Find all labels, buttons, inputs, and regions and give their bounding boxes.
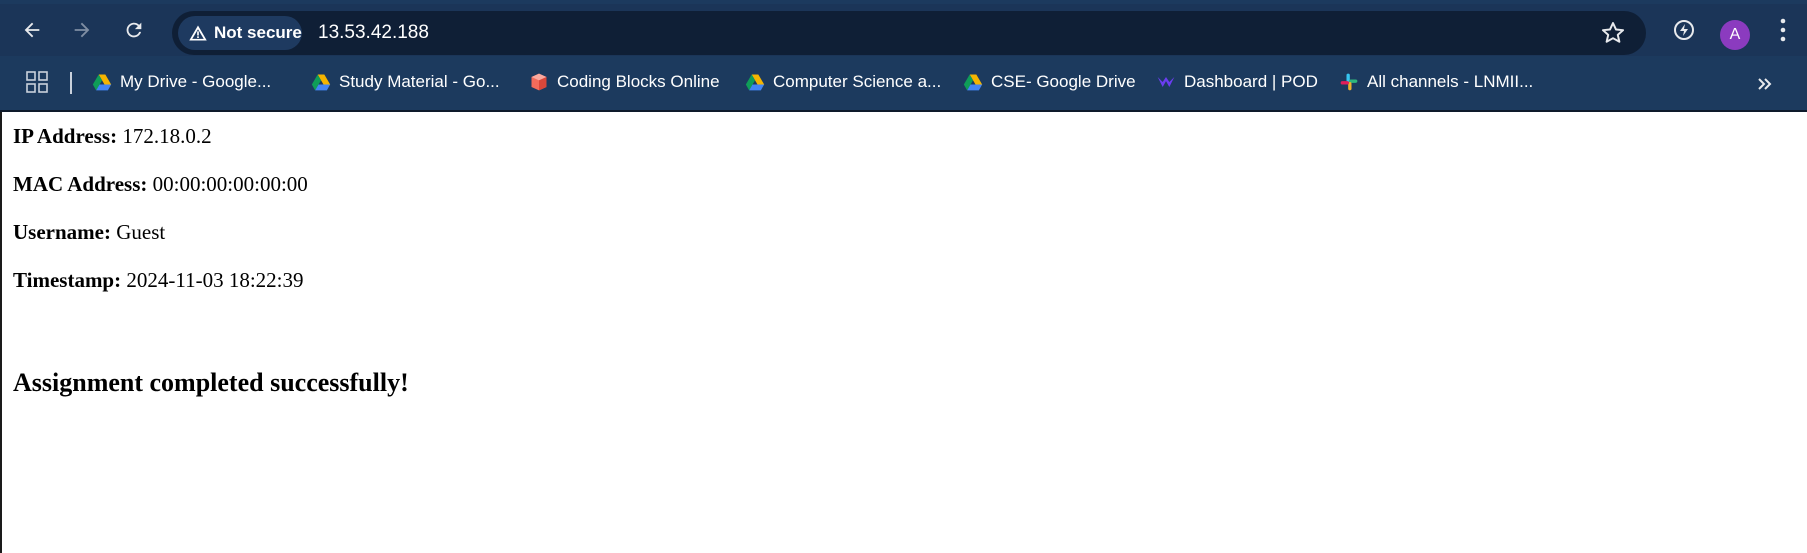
- success-message: Assignment completed successfully!: [13, 368, 409, 397]
- more-bookmarks-button[interactable]: [1756, 72, 1774, 96]
- pod-icon: [1157, 77, 1175, 87]
- mac-address-value: 00:00:00:00:00:00: [152, 172, 308, 196]
- warning-triangle-icon: [189, 25, 207, 41]
- browser-toolbar: Not secure 13.53.42.188 A: [0, 4, 1807, 56]
- bookmark-label: Study Material - Go...: [339, 72, 500, 91]
- bookmark-item[interactable]: CSE- Google Drive: [963, 70, 1136, 94]
- reload-button[interactable]: [120, 16, 148, 44]
- bookmark-item[interactable]: Dashboard | POD: [1156, 70, 1318, 94]
- back-arrow-icon: [24, 22, 40, 38]
- ip-address-label: IP Address:: [13, 124, 118, 148]
- apps-button[interactable]: [26, 70, 48, 94]
- timestamp-label: Timestamp:: [13, 268, 122, 292]
- bookmark-item[interactable]: Computer Science a...: [745, 70, 941, 94]
- forward-arrow-icon: [74, 22, 90, 38]
- performance-button[interactable]: [1672, 18, 1696, 47]
- google-drive-icon: [745, 74, 765, 91]
- security-chip-label: Not secure: [214, 23, 302, 42]
- username-value: Guest: [116, 220, 166, 244]
- bookmark-item[interactable]: Coding Blocks Online: [529, 70, 720, 94]
- bookmark-label: Coding Blocks Online: [557, 72, 720, 91]
- google-drive-icon: [963, 74, 983, 91]
- url-text[interactable]: 13.53.42.188: [318, 22, 429, 44]
- bookmark-label: Dashboard | POD: [1184, 72, 1318, 91]
- bookmark-label: CSE- Google Drive: [991, 72, 1136, 91]
- double-chevron-right-icon: [1758, 78, 1772, 90]
- reload-icon: [126, 22, 142, 38]
- bookmark-label: Computer Science a...: [773, 72, 942, 91]
- bookmark-label: My Drive - Google...: [120, 72, 272, 91]
- browser-chrome: Not secure 13.53.42.188 A My Drive - Goo…: [0, 0, 1807, 112]
- apps-grid-icon: [26, 71, 48, 93]
- username-label: Username:: [13, 220, 111, 244]
- security-chip[interactable]: Not secure: [178, 16, 302, 50]
- star-icon: [1601, 22, 1625, 43]
- coding-blocks-icon: [531, 73, 547, 91]
- bookmark-item[interactable]: My Drive - Google...: [92, 70, 271, 94]
- google-drive-icon: [92, 74, 112, 91]
- bookmark-item[interactable]: All channels - LNMII...: [1339, 70, 1533, 94]
- forward-button[interactable]: [68, 16, 96, 44]
- window-edge: [0, 112, 2, 553]
- google-drive-icon: [311, 74, 331, 91]
- username-row: Username: Guest: [13, 217, 308, 265]
- bookmark-label: All channels - LNMII...: [1367, 72, 1534, 91]
- ip-address-value: 172.18.0.2: [122, 124, 212, 148]
- bookmark-item[interactable]: Study Material - Go...: [311, 70, 500, 94]
- bookmarks-bar: My Drive - Google... Study Material - Go…: [0, 60, 1807, 104]
- mac-address-row: MAC Address: 00:00:00:00:00:00: [13, 169, 308, 217]
- timestamp-row: Timestamp: 2024-11-03 18:22:39: [13, 265, 308, 313]
- address-bar[interactable]: Not secure 13.53.42.188: [172, 11, 1646, 55]
- page-content: IP Address: 172.18.0.2 MAC Address: 00:0…: [13, 121, 308, 313]
- mac-address-label: MAC Address:: [13, 172, 148, 196]
- bookmark-star-button[interactable]: [1600, 20, 1626, 46]
- slack-icon: [1340, 73, 1358, 91]
- menu-button[interactable]: [1778, 17, 1788, 48]
- chrome-divider: [0, 110, 1807, 112]
- ip-address-row: IP Address: 172.18.0.2: [13, 121, 308, 169]
- profile-avatar[interactable]: A: [1720, 20, 1750, 50]
- kebab-menu-icon: [1780, 18, 1786, 42]
- performance-icon: [1674, 20, 1694, 40]
- bookmarks-divider: [70, 72, 72, 94]
- back-button[interactable]: [18, 16, 46, 44]
- timestamp-value: 2024-11-03 18:22:39: [126, 268, 304, 292]
